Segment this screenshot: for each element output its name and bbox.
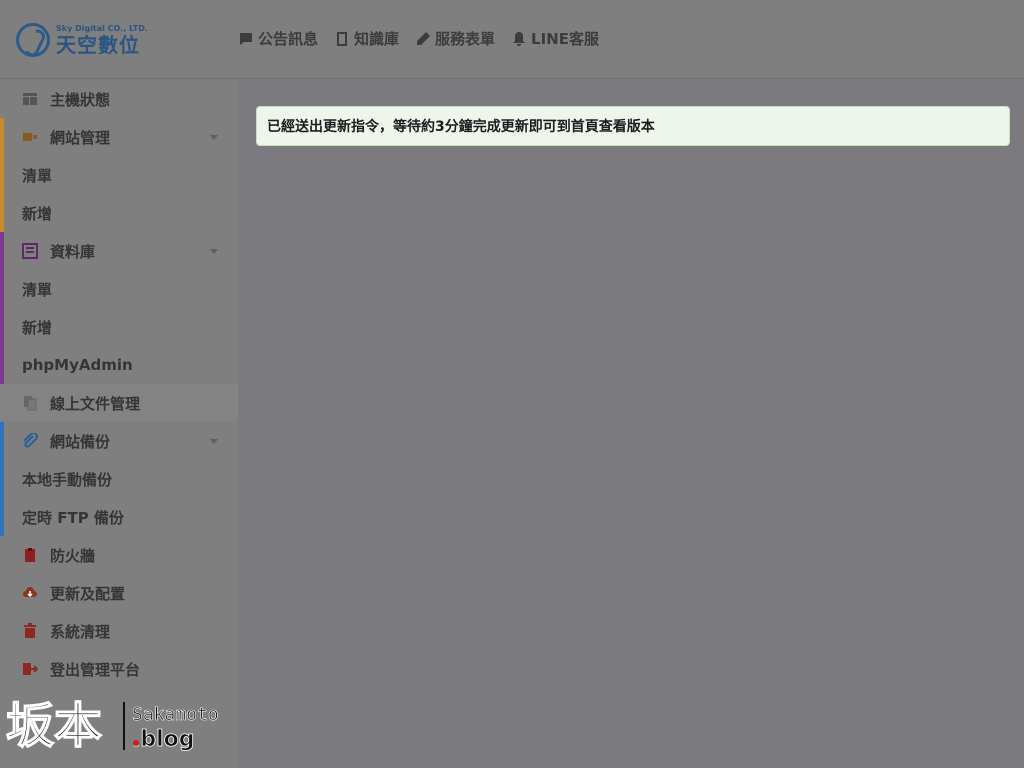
bell-icon: [513, 31, 526, 46]
brand-logo[interactable]: Sky Digital CO., LTD. 天空數位: [16, 22, 148, 58]
sidebar-group-website: 網站管理 清單 新增: [0, 118, 238, 232]
sidebar-item-firewall[interactable]: 防火牆: [0, 536, 238, 574]
sidebar-item-docs[interactable]: 線上文件管理: [0, 384, 238, 422]
clipboard-icon: [22, 547, 38, 563]
chevron-down-icon: [210, 439, 218, 444]
watermark-name: Sakamoto: [132, 704, 219, 725]
sidebar-sub-database-add[interactable]: 新增: [0, 308, 238, 346]
watermark-domain: .blog: [132, 727, 195, 752]
trash-icon: [22, 623, 38, 639]
sidebar-sub-manual-backup[interactable]: 本地手動備份: [0, 460, 238, 498]
sidebar-sub-phpmyadmin[interactable]: phpMyAdmin: [0, 346, 238, 384]
pencil-icon: [417, 31, 431, 45]
watermark-kanji: 坂本: [6, 698, 102, 754]
sidebar-item-cleanup[interactable]: 系統清理: [0, 612, 238, 650]
red-dot-icon: [133, 740, 139, 746]
paperclip-icon: [22, 433, 38, 449]
sidebar-group-database: 資料庫 清單 新增 phpMyAdmin: [0, 232, 238, 384]
alert-message: 已經送出更新指令，等待約3分鐘完成更新即可到首頁查看版本: [267, 119, 655, 135]
sidebar-item-host-status[interactable]: 主機狀態: [0, 80, 238, 118]
nav-line-support[interactable]: LINE客服: [511, 28, 599, 49]
nav-announcements[interactable]: 公告訊息: [238, 28, 318, 49]
success-alert: 已經送出更新指令，等待約3分鐘完成更新即可到首頁查看版本: [256, 106, 1010, 146]
sidebar-sub-ftp-backup[interactable]: 定時 FTP 備份: [0, 498, 238, 536]
web-icon: [22, 129, 38, 145]
cloud-download-icon: [22, 585, 38, 601]
list-icon: [22, 243, 38, 259]
sidebar-sub-website-add[interactable]: 新增: [0, 194, 238, 232]
sidebar-item-update[interactable]: 更新及配置: [0, 574, 238, 612]
sidebar: 主機狀態 網站管理 清單 新增 資料庫 清單 新增 phpMyAdmin 線上文…: [0, 80, 238, 768]
sidebar-item-database[interactable]: 資料庫: [0, 232, 238, 270]
chevron-down-icon: [210, 249, 218, 254]
logo-title: 天空數位: [56, 33, 140, 57]
sidebar-item-backup[interactable]: 網站備份: [0, 422, 238, 460]
sidebar-group-backup: 網站備份 本地手動備份 定時 FTP 備份: [0, 422, 238, 536]
sidebar-sub-database-list[interactable]: 清單: [0, 270, 238, 308]
files-icon: [22, 395, 38, 411]
top-nav: 公告訊息 知識庫 服務表單 LINE客服: [238, 28, 599, 49]
comment-icon: [240, 32, 252, 45]
sidebar-item-logout[interactable]: 登出管理平台: [0, 650, 238, 688]
sakamoto-blog-watermark: 坂本 Sakamoto .blog: [6, 697, 219, 755]
sidebar-sub-website-list[interactable]: 清單: [0, 156, 238, 194]
book-icon: [337, 31, 348, 46]
logo-mark-icon: [16, 23, 50, 57]
chevron-down-icon: [210, 135, 218, 140]
nav-service-form[interactable]: 服務表單: [415, 28, 495, 49]
sidebar-item-website[interactable]: 網站管理: [0, 118, 238, 156]
top-header: Sky Digital CO., LTD. 天空數位 公告訊息 知識庫 服務表單…: [0, 0, 1024, 79]
dashboard-icon: [22, 91, 38, 107]
nav-knowledge-base[interactable]: 知識庫: [334, 28, 399, 49]
logout-icon: [22, 661, 38, 677]
